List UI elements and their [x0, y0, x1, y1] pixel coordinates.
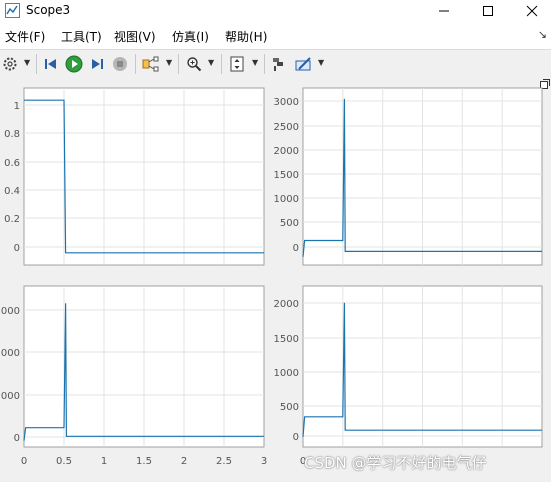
x-tick-label: 2.5 — [216, 456, 232, 467]
x-tick-label: 3 — [261, 456, 267, 467]
y-tick-label: 1000 — [274, 194, 299, 205]
y-tick-label: 1000 — [0, 391, 20, 402]
y-tick-label: 1 — [14, 101, 20, 112]
y-tick-label: 0 — [14, 243, 20, 254]
y-tick-label: 0.8 — [4, 129, 20, 140]
y-tick-label: 3000 — [274, 97, 299, 108]
x-tick-label: 1 — [101, 456, 107, 467]
y-tick-label: 0 — [293, 432, 299, 443]
y-tick-label: 3000 — [0, 306, 20, 317]
y-tick-label: 2000 — [274, 299, 299, 310]
y-tick-label: 1500 — [274, 170, 299, 181]
y-tick-label: 2500 — [274, 122, 299, 133]
y-tick-label: 2000 — [0, 348, 20, 359]
y-tick-label: 0.6 — [4, 158, 20, 169]
y-tick-label: 500 — [280, 218, 299, 229]
watermark: CSDN @学习不好的电气仔 — [304, 454, 487, 472]
y-tick-label: 0.2 — [4, 214, 20, 225]
x-tick-label: 2 — [181, 456, 187, 467]
y-tick-label: 500 — [280, 402, 299, 413]
y-tick-label: 1000 — [274, 368, 299, 379]
x-tick-label: 0.5 — [56, 456, 72, 467]
y-tick-label: 2000 — [274, 146, 299, 157]
y-tick-label: 0 — [293, 243, 299, 254]
y-tick-label: 0 — [14, 433, 20, 444]
y-tick-label: 1500 — [274, 334, 299, 345]
x-tick-label: 0 — [21, 456, 27, 467]
x-tick-label: 1.5 — [136, 456, 152, 467]
y-tick-label: 0.4 — [4, 186, 20, 197]
scope-plots: 10.80.60.40.2030002500200015001000500030… — [0, 87, 543, 467]
